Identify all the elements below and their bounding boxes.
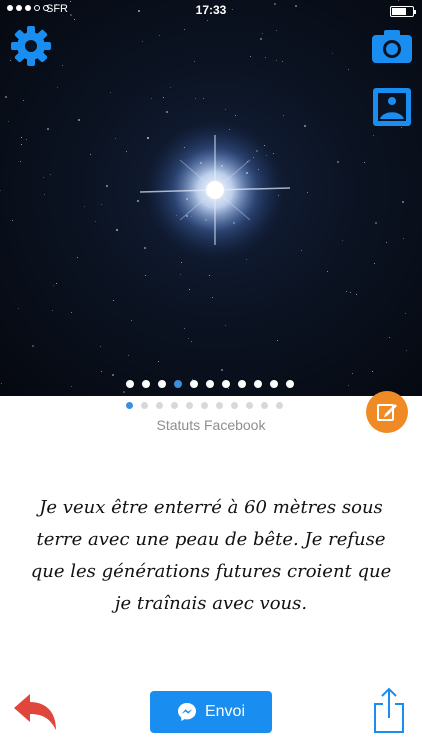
bright-star <box>139 120 291 260</box>
page-dot[interactable] <box>142 380 150 388</box>
page-dot[interactable] <box>276 402 283 409</box>
camera-icon[interactable] <box>372 29 412 63</box>
page-dot[interactable] <box>238 380 246 388</box>
reply-arrow-icon[interactable] <box>12 692 58 732</box>
status-bar: SFR 17:33 <box>0 0 422 22</box>
quote-text: Je veux être enterré à 60 mètres sous te… <box>30 497 392 614</box>
page-dot[interactable] <box>286 380 294 388</box>
page-dot[interactable] <box>231 402 238 409</box>
send-button[interactable]: Envoi <box>150 691 272 733</box>
gear-icon[interactable] <box>10 25 52 67</box>
page-dot[interactable] <box>174 380 182 388</box>
page-dot[interactable] <box>206 380 214 388</box>
quote-page-indicator[interactable] <box>126 402 283 409</box>
page-dot[interactable] <box>126 380 134 388</box>
share-icon[interactable] <box>372 686 406 734</box>
page-dot[interactable] <box>246 402 253 409</box>
page-dot[interactable] <box>201 402 208 409</box>
page-dot[interactable] <box>186 402 193 409</box>
battery-icon <box>390 6 416 17</box>
send-button-label: Envoi <box>204 703 246 720</box>
page-dot[interactable] <box>190 380 198 388</box>
page-dot[interactable] <box>270 380 278 388</box>
page-dot[interactable] <box>222 380 230 388</box>
page-dot[interactable] <box>158 380 166 388</box>
page-dot[interactable] <box>126 402 133 409</box>
photo-page-indicator[interactable] <box>126 380 294 388</box>
page-dot[interactable] <box>141 402 148 409</box>
category-label: Statuts Facebook <box>156 417 266 433</box>
page-dot[interactable] <box>216 402 223 409</box>
image-gallery-icon[interactable] <box>373 88 411 126</box>
messenger-icon <box>177 703 196 721</box>
page-dot[interactable] <box>254 380 262 388</box>
page-dot[interactable] <box>156 402 163 409</box>
page-dot[interactable] <box>261 402 268 409</box>
status-time: 17:33 <box>195 3 227 17</box>
page-dot[interactable] <box>171 402 178 409</box>
background-photo[interactable] <box>0 0 422 396</box>
